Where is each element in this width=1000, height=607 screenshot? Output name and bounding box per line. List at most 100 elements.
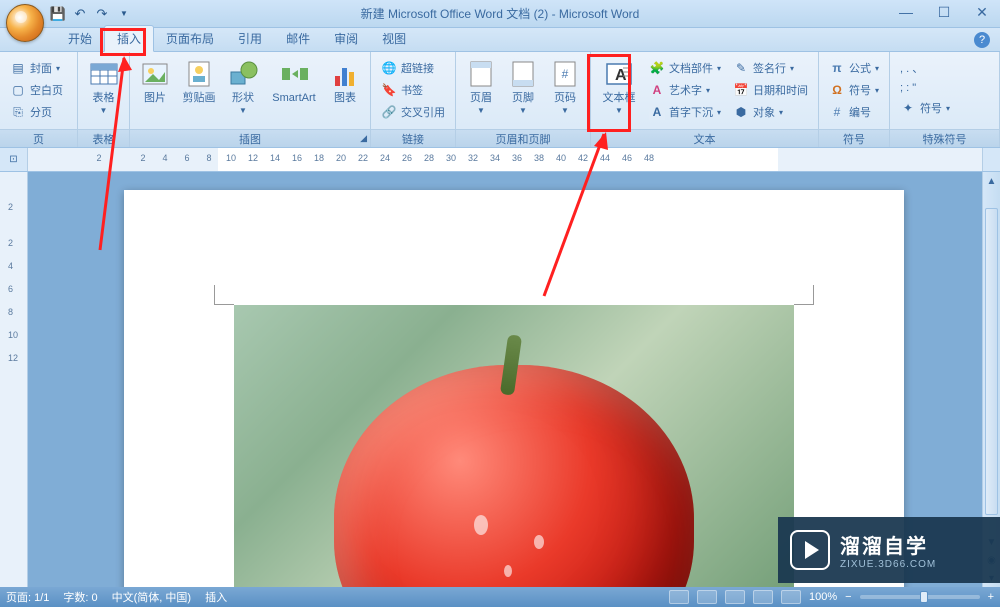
picture-icon [139,58,171,90]
group-symbols-label: 符号 [819,129,889,147]
drop-cap-button[interactable]: A首字下沉▾ [645,102,725,122]
footer-icon [507,58,539,90]
signature-button[interactable]: ✎签名行▾ [729,58,812,78]
number-button[interactable]: #编号 [825,102,883,122]
bookmark-button[interactable]: 🔖书签 [377,80,449,100]
datetime-button[interactable]: 📅日期和时间 [729,80,812,100]
textbox-button[interactable]: A文本框▼ [597,56,641,119]
page-break-button[interactable]: ⎘分页 [6,102,67,122]
quick-access-toolbar: 💾 ↶ ↷ ▼ [50,6,132,22]
quick-parts-button[interactable]: 🧩文档部件▾ [645,58,725,78]
play-icon [790,530,830,570]
office-button[interactable] [6,4,44,42]
status-mode[interactable]: 插入 [205,589,227,605]
inserted-image[interactable] [234,305,794,587]
tab-references[interactable]: 引用 [226,26,274,51]
number-icon: # [829,104,845,120]
status-language[interactable]: 中文(简体, 中国) [112,589,191,605]
minimize-button[interactable]: — [894,2,918,22]
group-links: 🌐超链接 🔖书签 🔗交叉引用 链接 [371,52,456,147]
special-symbol-button[interactable]: ✦符号▾ [896,98,954,118]
save-icon[interactable]: 💾 [50,6,66,22]
tab-insert[interactable]: 插入 [104,25,154,52]
zoom-level[interactable]: 100% [809,591,837,603]
watermark-title: 溜溜自学 [840,530,936,559]
table-button[interactable]: 表格▼ [84,56,123,119]
qat-dropdown-icon[interactable]: ▼ [116,6,132,22]
header-button[interactable]: 页眉▼ [462,56,500,119]
view-full-screen[interactable] [697,590,717,604]
view-web-layout[interactable] [725,590,745,604]
special-chars-row1[interactable]: , . 、 [896,58,954,78]
zoom-slider[interactable] [860,595,980,599]
equation-icon: π [829,60,845,76]
ruler-toggle[interactable]: ⊡ [0,148,28,171]
cross-ref-icon: 🔗 [381,104,397,120]
symbol-button[interactable]: Ω符号▾ [825,80,883,100]
view-print-layout[interactable] [669,590,689,604]
ribbon-tabs: 开始 插入 页面布局 引用 邮件 审阅 视图 ? [0,28,1000,52]
apple-shape [334,365,694,587]
group-special-label: 特殊符号 [890,129,999,147]
textbox-icon: A [603,58,635,90]
tab-layout[interactable]: 页面布局 [154,26,226,51]
help-icon[interactable]: ? [974,32,990,48]
title-bar: 💾 ↶ ↷ ▼ 新建 Microsoft Office Word 文档 (2) … [0,0,1000,28]
tab-mailings[interactable]: 邮件 [274,26,322,51]
chart-icon [329,58,361,90]
status-bar: 页面: 1/1 字数: 0 中文(简体, 中国) 插入 100% − + [0,587,1000,607]
wordart-button[interactable]: A艺术字▾ [645,80,725,100]
scroll-thumb[interactable] [985,208,998,515]
equation-button[interactable]: π公式▾ [825,58,883,78]
tab-view[interactable]: 视图 [370,26,418,51]
group-special: , . 、 ; : " ✦符号▾ 特殊符号 [890,52,1000,147]
wordart-icon: A [649,82,665,98]
smartart-button[interactable]: SmartArt [266,56,322,106]
ruler-right-cap [982,148,1000,171]
chart-button[interactable]: 图表 [326,56,364,106]
horizontal-ruler[interactable]: 2246810121416182022242628303234363840424… [28,148,982,171]
hyperlink-icon: 🌐 [381,60,397,76]
object-button[interactable]: ⬢对象▾ [729,102,812,122]
view-draft[interactable] [781,590,801,604]
dropcap-icon: A [649,104,665,120]
scroll-up-icon[interactable]: ▲ [983,172,1000,190]
undo-icon[interactable]: ↶ [72,6,88,22]
margin-top-left [214,285,234,305]
zoom-out-button[interactable]: − [845,591,851,603]
group-links-label: 链接 [371,129,455,147]
group-pages: ▤封面▾ ▢空白页 ⎘分页 页 [0,52,78,147]
redo-icon[interactable]: ↷ [94,6,110,22]
tab-review[interactable]: 审阅 [322,26,370,51]
object-icon: ⬢ [733,104,749,120]
picture-button[interactable]: 图片 [136,56,174,106]
watermark: 溜溜自学 ZIXUE.3D66.COM [778,517,1000,583]
maximize-button[interactable]: ☐ [932,2,956,22]
view-outline[interactable] [753,590,773,604]
window-title: 新建 Microsoft Office Word 文档 (2) - Micros… [361,5,640,22]
special-chars-row2[interactable]: ; : " [896,80,954,96]
symbol-icon: Ω [829,82,845,98]
close-button[interactable]: ✕ [970,2,994,22]
status-words[interactable]: 字数: 0 [63,589,97,605]
hyperlink-button[interactable]: 🌐超链接 [377,58,449,78]
cover-page-button[interactable]: ▤封面▾ [6,58,67,78]
status-page[interactable]: 页面: 1/1 [6,589,49,605]
footer-button[interactable]: 页脚▼ [504,56,542,119]
margin-top-right [794,285,814,305]
vertical-ruler[interactable]: 224681012 [0,172,28,587]
shapes-icon [227,58,259,90]
parts-icon: 🧩 [649,60,665,76]
page-number-button[interactable]: #页码▼ [546,56,584,119]
zoom-thumb[interactable] [920,591,928,603]
blank-page-button[interactable]: ▢空白页 [6,80,67,100]
shapes-button[interactable]: 形状▼ [224,56,262,119]
cross-reference-button[interactable]: 🔗交叉引用 [377,102,449,122]
tab-home[interactable]: 开始 [56,26,104,51]
datetime-icon: 📅 [733,82,749,98]
header-icon [465,58,497,90]
dialog-launcher-icon[interactable]: ◢ [360,133,367,144]
clipart-button[interactable]: 剪贴画 [178,56,220,106]
table-icon [88,58,120,90]
zoom-in-button[interactable]: + [988,591,994,603]
